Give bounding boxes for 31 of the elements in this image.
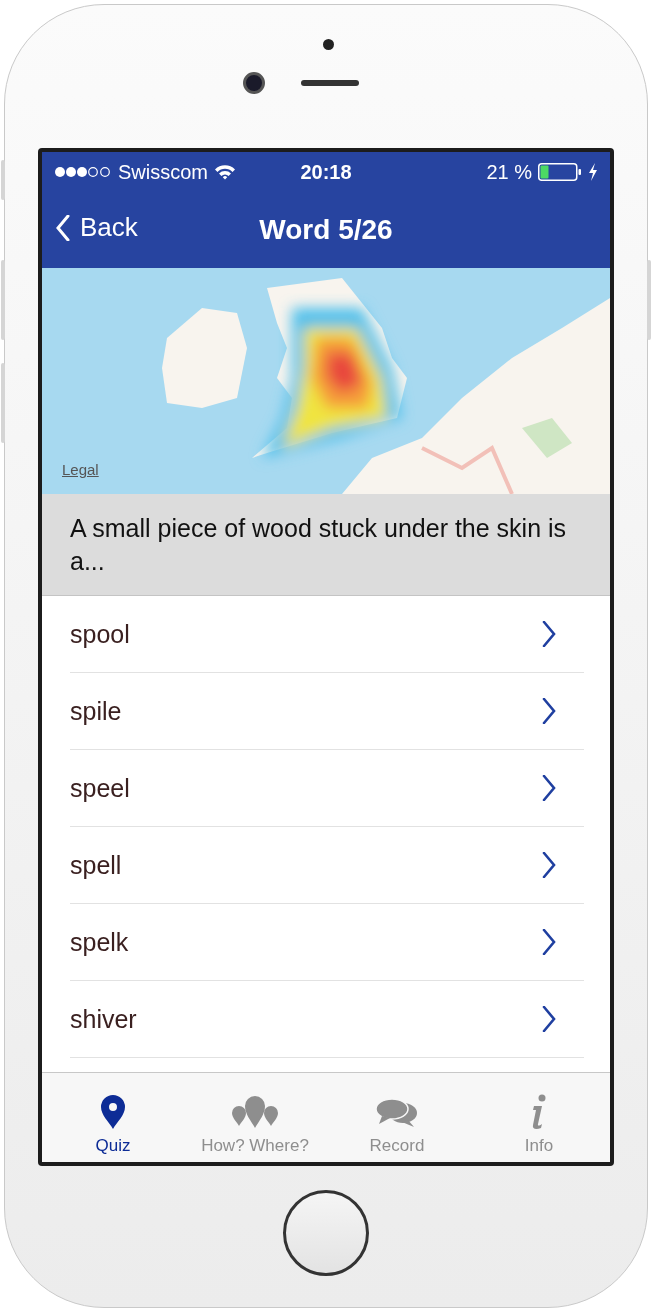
speaker-slot (301, 80, 359, 86)
chevron-right-icon (542, 929, 556, 955)
chevron-right-icon (542, 775, 556, 801)
camera-lens (243, 72, 265, 94)
signal-icon (54, 166, 112, 178)
wifi-icon (214, 164, 236, 180)
chevron-right-icon (542, 852, 556, 878)
chevron-right-icon (542, 1006, 556, 1032)
chevron-right-icon (542, 698, 556, 724)
screen-title: Word 5/26 (259, 214, 393, 246)
answer-item[interactable]: shiver (70, 981, 584, 1058)
battery-icon (538, 163, 582, 181)
charging-bolt-icon (588, 163, 598, 181)
answer-item[interactable]: spell (70, 827, 584, 904)
answer-item[interactable]: spelk (70, 904, 584, 981)
sensor-dot (322, 39, 334, 50)
answer-item[interactable]: spool (70, 596, 584, 673)
back-chevron-icon (56, 214, 70, 241)
chevron-right-icon (542, 621, 556, 647)
question-text: A small piece of wood stuck under the skin is a... (42, 494, 610, 596)
map-pins-icon (231, 1094, 279, 1130)
tab-item[interactable]: Quiz (42, 1073, 184, 1162)
status-time: 20:18 (300, 160, 352, 184)
back-button[interactable]: Back (54, 210, 140, 245)
speech-bubbles-icon (374, 1098, 420, 1130)
battery-percent: 21 % (486, 160, 532, 184)
legal-link[interactable]: Legal (62, 461, 99, 478)
map-pin-icon (99, 1094, 127, 1130)
carrier-name: Swisscom (118, 160, 208, 184)
answer-item[interactable]: speel (70, 750, 584, 827)
answer-item[interactable]: spile (70, 673, 584, 750)
